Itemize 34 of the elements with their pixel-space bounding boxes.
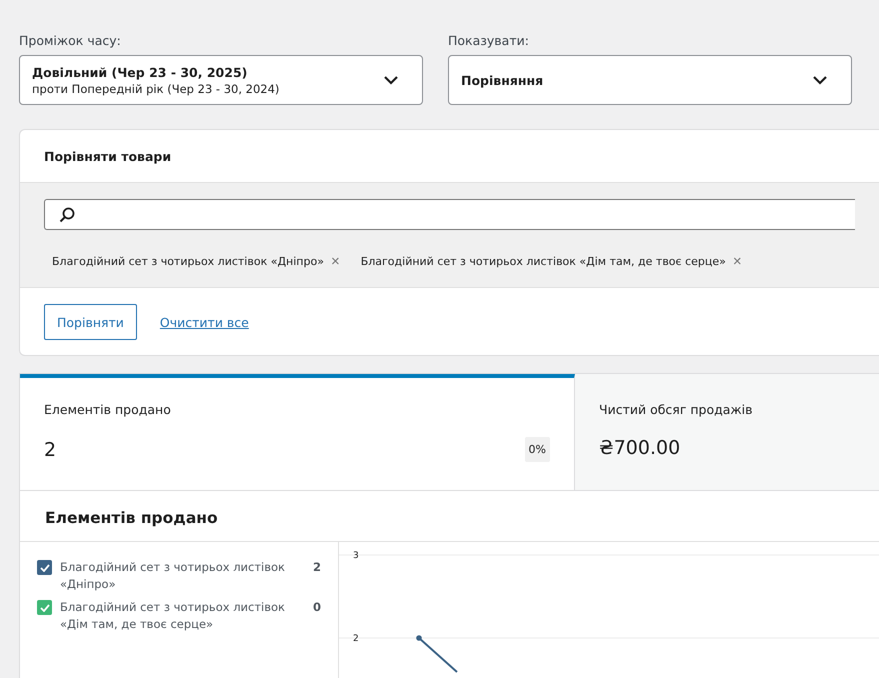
compare-button[interactable]: Порівняти	[44, 304, 137, 340]
legend-label: Благодійний сет з чотирьох листівок «Дім там, де твоє серце»	[60, 599, 286, 633]
metric-value: ₴700.00	[599, 437, 680, 459]
search-icon	[59, 206, 75, 222]
checkmark-icon	[40, 604, 50, 612]
remove-button[interactable]: ×	[732, 254, 742, 269]
clear-all-link[interactable]: Очистити все	[160, 314, 249, 330]
select-dropdown[interactable]: Довільний (Чер 23 - 30, 2025) проти Попередній рік (Чер 23 - 30, 2024)	[19, 55, 423, 105]
chevron-down-icon	[813, 76, 827, 84]
legend-total: 2	[312, 559, 321, 576]
summary-tab[interactable]: Чистий обсяг продажів ₴700.00	[575, 374, 879, 490]
checkmark-icon	[40, 564, 50, 572]
legend-checkbox[interactable]	[37, 600, 52, 615]
remove-button[interactable]: ×	[330, 254, 340, 269]
legend-total: 0	[312, 599, 321, 616]
chart-title: Елементів продано	[20, 491, 879, 542]
line-drawing	[416, 635, 458, 673]
card-title: Порівняти товари	[43, 148, 172, 166]
metric-value: 2	[44, 438, 56, 460]
search-field[interactable]	[44, 199, 855, 230]
metric-label: Чистий обсяг продажів	[599, 402, 754, 417]
field-label: Показувати:	[448, 33, 530, 48]
change-badge: 0%	[524, 437, 550, 462]
field-label: Проміжок часу:	[19, 33, 122, 48]
summary-tab[interactable]: Елементів продано 2 0%	[20, 374, 575, 490]
y-tick-label: 2	[353, 634, 359, 644]
tag-label: Благодійний сет з чотирьох листівок «Дніпро»	[52, 255, 324, 268]
metric-label: Елементів продано	[44, 402, 172, 417]
legend-checkbox[interactable]	[37, 560, 52, 575]
chevron-down-icon	[384, 76, 398, 84]
y-tick-label: 3	[353, 551, 359, 561]
legend-label: Благодійний сет з чотирьох листівок «Дніпро»	[60, 559, 286, 593]
select-dropdown[interactable]: Порівняння	[448, 55, 852, 105]
tag-label: Благодійний сет з чотирьох листівок «Дім там, де твоє серце»	[360, 255, 726, 268]
